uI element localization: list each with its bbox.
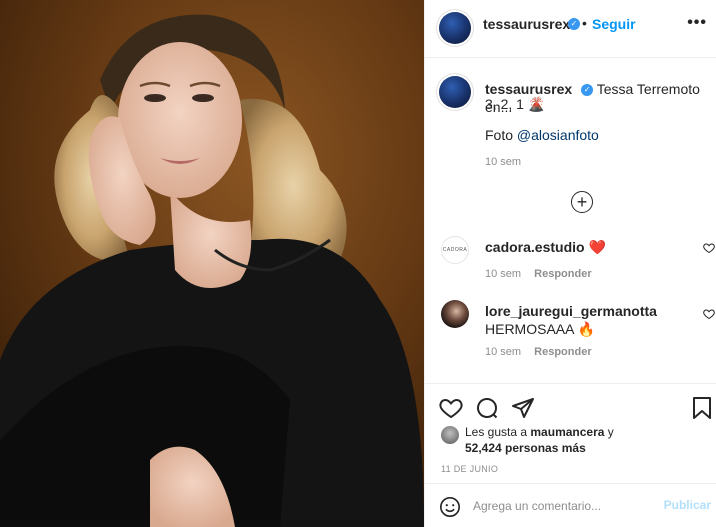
comment-meta: 10 sem Responder bbox=[485, 346, 592, 358]
emoji-picker-icon[interactable] bbox=[439, 496, 461, 518]
caption-line2: 3, 2, 1 🌋 bbox=[485, 96, 546, 112]
like-comment-heart-icon[interactable] bbox=[703, 242, 715, 254]
post-date[interactable]: 11 DE JUNIO bbox=[441, 464, 498, 474]
like-heart-icon[interactable] bbox=[439, 396, 463, 420]
photo-credit: Foto @alosianfoto bbox=[485, 127, 599, 143]
share-paper-plane-icon[interactable] bbox=[511, 396, 535, 420]
comment-bubble-icon[interactable] bbox=[475, 396, 499, 420]
comment-text: HERMOSAAA 🔥 bbox=[485, 321, 596, 337]
commenter-username[interactable]: lore_jauregui_germanotta bbox=[485, 302, 685, 320]
more-options-icon[interactable]: ••• bbox=[687, 14, 707, 32]
commenter-avatar[interactable]: CADORA bbox=[441, 236, 469, 264]
comment-item: CADORA cadora.estudio ❤️ 10 sem Responde… bbox=[425, 236, 716, 306]
photo-credit-mention-link[interactable]: @alosianfoto bbox=[517, 127, 599, 143]
likes-connector: y bbox=[604, 425, 614, 439]
save-bookmark-icon[interactable] bbox=[691, 396, 713, 420]
post-photo[interactable] bbox=[0, 0, 424, 527]
comment-body: cadora.estudio ❤️ bbox=[485, 238, 685, 256]
caption-author-username[interactable]: tessaurusrex bbox=[485, 81, 572, 97]
post-actions: Les gusta a maumancera y 52,424 personas… bbox=[425, 383, 716, 483]
comment-timestamp[interactable]: 10 sem bbox=[485, 268, 521, 280]
comment-text: ❤️ bbox=[588, 239, 606, 255]
liker-avatar[interactable] bbox=[441, 426, 459, 444]
caption-timestamp[interactable]: 10 sem bbox=[485, 156, 521, 168]
load-more-comments-button[interactable]: + bbox=[571, 191, 593, 213]
comment-body: lore_jauregui_germanotta HERMOSAAA 🔥 bbox=[485, 302, 685, 338]
commenter-username[interactable]: cadora.estudio bbox=[485, 239, 585, 255]
likes-prefix: Les gusta a bbox=[465, 425, 531, 439]
portrait-photo bbox=[0, 0, 424, 527]
reply-button[interactable]: Responder bbox=[534, 346, 591, 358]
post-header: tessaurusrex ✓ • Seguir ••• bbox=[425, 0, 716, 58]
publish-button[interactable]: Publicar bbox=[664, 498, 711, 512]
likes-count-link[interactable]: 52,424 personas más bbox=[465, 440, 716, 456]
author-avatar[interactable] bbox=[439, 12, 471, 44]
verified-badge-icon: ✓ bbox=[581, 84, 594, 97]
add-comment-bar: Publicar bbox=[425, 483, 716, 527]
like-comment-heart-icon[interactable] bbox=[703, 308, 715, 320]
comment-timestamp[interactable]: 10 sem bbox=[485, 346, 521, 358]
comments-section[interactable]: tessaurusrex ✓ Tessa Terremoto en... 3, … bbox=[425, 58, 716, 383]
comment-input[interactable] bbox=[473, 496, 653, 516]
first-liker-link[interactable]: maumancera bbox=[530, 425, 604, 439]
follow-button[interactable]: Seguir bbox=[592, 16, 636, 32]
author-username[interactable]: tessaurusrex bbox=[483, 16, 570, 32]
comment-meta: 10 sem Responder bbox=[485, 268, 592, 280]
photo-credit-prefix: Foto bbox=[485, 127, 517, 143]
caption-author-avatar[interactable] bbox=[439, 76, 471, 108]
commenter-avatar[interactable] bbox=[441, 300, 469, 328]
verified-badge-icon: ✓ bbox=[568, 18, 580, 30]
reply-button[interactable]: Responder bbox=[534, 268, 591, 280]
separator-dot: • bbox=[582, 15, 587, 31]
likes-text: Les gusta a maumancera y bbox=[465, 424, 716, 440]
comment-item: lore_jauregui_germanotta HERMOSAAA 🔥 10 … bbox=[425, 300, 716, 370]
post-panel: tessaurusrex ✓ • Seguir ••• tessaurusrex… bbox=[424, 0, 716, 527]
